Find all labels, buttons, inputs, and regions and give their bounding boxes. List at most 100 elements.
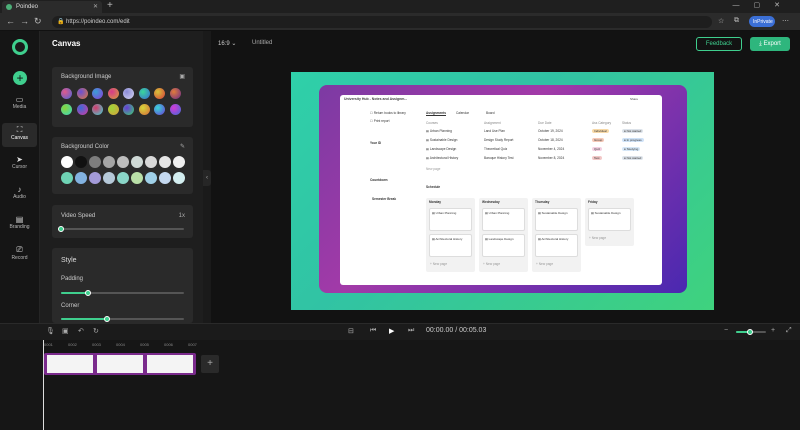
background-color-swatch[interactable] <box>117 172 129 184</box>
background-image-swatch[interactable] <box>61 104 72 115</box>
extensions-icon[interactable]: ⧉ <box>734 17 739 25</box>
browser-tab-bar: Poindeo ✕ + —▢✕ <box>0 0 800 13</box>
background-image-swatch[interactable] <box>92 88 103 99</box>
background-image-swatch[interactable] <box>76 88 88 99</box>
schedule-day-label: Monday <box>429 200 442 204</box>
background-color-swatch[interactable] <box>173 172 185 184</box>
slider-knob[interactable] <box>58 226 64 232</box>
collapse-panel-button[interactable]: ‹ <box>203 170 211 186</box>
screen-tab: Assignments <box>426 111 447 116</box>
back-icon[interactable]: ← <box>6 16 15 26</box>
export-label: Export <box>763 41 781 47</box>
schedule-column: Monday ▤ Urban Planning ▤ Architectural Hi… <box>426 198 475 272</box>
background-color-swatch[interactable] <box>61 172 73 184</box>
corner-slider[interactable] <box>61 316 184 322</box>
background-image-swatch[interactable] <box>169 88 181 99</box>
background-image-swatch[interactable] <box>61 88 72 99</box>
background-color-swatch[interactable] <box>117 156 129 168</box>
background-image-swatch[interactable] <box>76 104 88 115</box>
schedule-card: ▤ Architectural History <box>535 234 578 257</box>
background-color-swatch[interactable] <box>131 172 143 184</box>
export-button[interactable]: ⤓ Export <box>750 37 790 51</box>
microphone-icon[interactable]: 🎙 <box>46 327 55 335</box>
table-cell-course: ▤ Landscape Design <box>426 147 457 151</box>
your-id-label: Your ID <box>370 141 382 145</box>
schedule-column: Thursday ▤ Sustainable Design ▤ Architectu… <box>532 198 581 272</box>
slider-knob[interactable] <box>85 290 92 296</box>
project-name[interactable]: Untitled <box>252 40 272 46</box>
background-color-swatch[interactable] <box>61 156 73 168</box>
background-image-swatch[interactable] <box>123 88 134 99</box>
background-image-swatch[interactable] <box>92 104 103 115</box>
background-image-card: Background Image ▣ <box>52 67 193 127</box>
new-tab-icon[interactable]: + <box>107 0 113 11</box>
ruler-tick-label: 0002 <box>68 342 77 347</box>
background-color-swatch[interactable] <box>131 156 143 168</box>
add-clip-button[interactable]: + <box>201 355 219 373</box>
nav-item-record[interactable]: ⎚ Record <box>2 243 37 267</box>
redo-icon[interactable]: ↻ <box>93 327 99 335</box>
image-upload-icon[interactable]: ▣ <box>179 73 185 80</box>
background-color-swatch[interactable] <box>103 156 115 168</box>
background-image-swatch[interactable] <box>107 104 119 115</box>
app-logo-icon[interactable] <box>12 39 28 55</box>
padding-slider[interactable] <box>61 290 184 296</box>
background-color-swatch[interactable] <box>173 156 185 168</box>
fit-timeline-icon[interactable]: ⤢ <box>786 327 792 335</box>
background-image-swatch[interactable] <box>138 104 150 115</box>
url-field[interactable]: 🔒 https://poindeo.com/edit <box>52 16 712 28</box>
add-button[interactable]: + <box>13 71 27 85</box>
background-image-swatch[interactable] <box>123 104 134 115</box>
video-clip-track[interactable] <box>44 353 196 375</box>
background-image-swatch[interactable] <box>169 104 181 115</box>
style-title: Style <box>61 257 77 264</box>
ruler-tick-label: 0005 <box>140 342 149 347</box>
forward-icon[interactable]: → <box>20 16 29 26</box>
refresh-icon[interactable]: ↻ <box>34 16 42 27</box>
nav-item-audio[interactable]: ♪ Audio <box>2 183 37 207</box>
background-color-swatch[interactable] <box>103 172 115 184</box>
background-color-swatch[interactable] <box>75 156 87 168</box>
background-image-swatch[interactable] <box>154 104 165 115</box>
subtitles-icon[interactable]: ⊟ <box>348 327 354 335</box>
schedule-card: ▤ Sustainable Design <box>535 208 578 231</box>
background-color-swatch[interactable] <box>159 172 171 184</box>
slider-knob[interactable] <box>747 329 753 335</box>
aspect-ratio-dropdown[interactable]: 16:9 ⌄ <box>218 40 236 47</box>
undo-icon[interactable]: ↶ <box>78 327 84 335</box>
nav-item-branding[interactable]: ▤ Branding <box>2 213 37 237</box>
video-speed-slider[interactable] <box>58 226 184 232</box>
zoom-out-icon[interactable]: − <box>724 327 728 334</box>
background-color-swatch[interactable] <box>145 172 157 184</box>
background-image-swatch[interactable] <box>154 88 165 99</box>
color-picker-icon[interactable]: ✎ <box>180 143 185 150</box>
playhead[interactable] <box>43 340 44 430</box>
background-color-swatch[interactable] <box>159 156 171 168</box>
more-menu-icon[interactable]: ⋯ <box>782 17 789 25</box>
skip-forward-icon[interactable]: ⏭ <box>408 327 414 335</box>
nav-item-cursor[interactable]: ➤ Cursor <box>2 153 37 177</box>
screen-tab: Board <box>486 111 495 115</box>
background-color-swatch[interactable] <box>75 172 87 184</box>
feedback-button[interactable]: Feedback <box>696 37 742 51</box>
play-icon[interactable]: ▶ <box>389 327 394 335</box>
profile-badge[interactable]: InPrivate <box>749 16 775 27</box>
background-color-swatch[interactable] <box>89 156 101 168</box>
zoom-in-icon[interactable]: + <box>771 327 775 334</box>
browser-tab[interactable]: Poindeo ✕ <box>2 1 102 13</box>
close-tab-icon[interactable]: ✕ <box>93 3 98 10</box>
background-image-swatch[interactable] <box>138 88 150 99</box>
slider-knob[interactable] <box>103 316 110 322</box>
screenshot-icon[interactable]: ▣ <box>62 327 69 335</box>
zoom-slider[interactable] <box>736 329 766 335</box>
background-color-swatch[interactable] <box>145 156 157 168</box>
nav-item-media[interactable]: ▭ Media <box>2 93 37 117</box>
background-image-swatch[interactable] <box>107 88 119 99</box>
window-controls[interactable]: —▢✕ <box>733 1 794 9</box>
skip-back-icon[interactable]: ⏮ <box>370 327 376 335</box>
nav-item-canvas[interactable]: ⛶ Canvas <box>2 123 37 147</box>
schedule-title: Schedule <box>426 185 441 189</box>
favorites-star-icon[interactable]: ☆ <box>718 17 724 25</box>
schedule-column: Wednesday ▤ Urban Planning ▤ Landscape Des… <box>479 198 528 272</box>
background-color-swatch[interactable] <box>89 172 101 184</box>
